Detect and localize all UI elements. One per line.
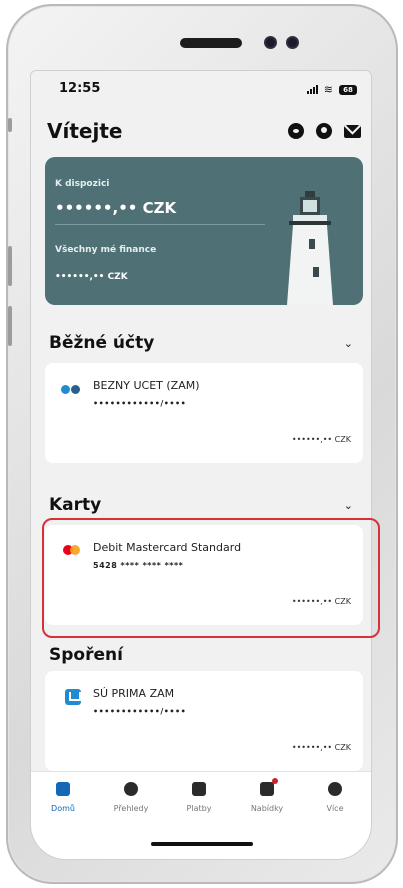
tab-payments[interactable]: Platby [169, 782, 229, 813]
cards-section-title: Karty [49, 495, 102, 515]
status-bar: 12:55 ≋ 68 [31, 71, 371, 111]
available-balance: ••••••,•• CZK [55, 199, 177, 217]
account-card[interactable]: BEZNY UCET (ZAM) ••••••••••••/•••• •••••… [45, 363, 363, 463]
accounts-section-title: Běžné účty [49, 333, 155, 353]
available-label: K dispozici [55, 179, 110, 189]
lighthouse-illustration [287, 191, 333, 305]
signal-icon [306, 85, 318, 94]
pie-chart-icon [124, 782, 138, 796]
account-name: BEZNY UCET (ZAM) [93, 379, 200, 392]
all-finances-balance: ••••••,•• CZK [55, 272, 128, 282]
status-time: 12:55 [59, 81, 101, 96]
payment-icon [192, 782, 206, 796]
savings-number: ••••••••••••/•••• [93, 707, 187, 716]
divider [55, 224, 265, 225]
eye-icon[interactable] [288, 123, 304, 139]
profile-icon[interactable] [316, 123, 332, 139]
tab-home[interactable]: Domů [33, 782, 93, 813]
chevron-down-icon[interactable]: ⌄ [344, 499, 353, 512]
header-actions [288, 123, 361, 139]
info-icon [328, 782, 342, 796]
page-title: Vítejte [47, 119, 123, 143]
bottom-tab-bar: Domů Přehledy Platby Nabídky Více [31, 771, 371, 859]
savings-section-title: Spoření [49, 645, 123, 665]
tab-offers[interactable]: Nabídky [237, 778, 297, 813]
volume-button [8, 306, 12, 346]
volume-button [8, 246, 12, 286]
battery-icon: 68 [339, 84, 357, 95]
tab-label: Přehledy [113, 804, 149, 813]
savings-card[interactable]: SÚ PRIMA ZAM ••••••••••••/•••• ••••••,••… [45, 671, 363, 771]
phone-screen: 12:55 ≋ 68 Vítejte K dispozici ••••••,••… [30, 70, 372, 860]
all-finances-label: Všechny mé finance [55, 245, 157, 255]
wifi-icon: ≋ [323, 83, 333, 96]
home-icon [56, 782, 70, 796]
camera-lens [286, 36, 299, 49]
home-indicator[interactable] [151, 842, 253, 846]
balance-overview-card[interactable]: K dispozici ••••••,•• CZK Všechny mé fin… [45, 157, 363, 305]
savings-icon [65, 689, 81, 705]
mail-icon[interactable] [344, 124, 361, 138]
savings-balance: ••••••,•• CZK [291, 743, 351, 752]
coins-icon [61, 383, 83, 395]
tab-overviews[interactable]: Přehledy [101, 782, 161, 813]
account-balance: ••••••,•• CZK [291, 435, 351, 444]
camera-lens [264, 36, 277, 49]
tab-label: Nabídky [250, 804, 284, 813]
tab-label: Platby [186, 804, 212, 813]
notification-badge [272, 778, 278, 784]
account-number: ••••••••••••/•••• [93, 399, 187, 408]
side-button [8, 118, 12, 132]
tab-label: Domů [51, 804, 75, 813]
offers-icon [260, 778, 278, 796]
tab-label: Více [326, 804, 344, 813]
status-icons: ≋ 68 [306, 83, 357, 96]
savings-name: SÚ PRIMA ZAM [93, 687, 175, 700]
tab-more[interactable]: Více [305, 782, 365, 813]
speaker-grille [180, 38, 242, 48]
card-highlight-outline [42, 518, 380, 638]
chevron-down-icon[interactable]: ⌄ [344, 337, 353, 350]
